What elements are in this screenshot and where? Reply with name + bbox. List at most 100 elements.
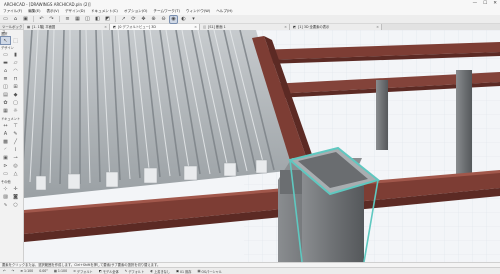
window-controls: — ☐ ✕ [473,1,497,7]
layers-icon: ≡ [73,269,76,273]
mesh-tool-icon[interactable]: ▦ [1,107,10,114]
toolbox-panel: ツールボックス 選択 ↖ ⬚ デザイン ▭ ▮ ▬ ▱ ⌂ ◠ ≣ ⊓ ◫ ⊞ … [0,24,24,262]
hotspot-tool-icon[interactable]: ✛ [11,185,20,192]
slab-tool-icon[interactable]: ▱ [11,59,20,66]
explore-icon[interactable]: ◉ [169,14,178,24]
camera-tool-icon[interactable]: ◙ [11,193,20,200]
title-bar: ARCHICAD - [DRAWINGS ARCHICAD.pln (2)] —… [0,0,500,8]
zoom-select[interactable]: ⊕ 1:100 [20,269,33,273]
lamp-tool-icon[interactable]: ☼ [11,107,20,114]
standard-toolbar: ▭ ⌂ ▣ ↶ ↷ ≡ ▦ ◫ ◧ ◩ ↗ ⟳ ✥ ⊕ ⊖ ◉ ◐ ▾ [0,14,500,24]
door-tool-icon[interactable]: ◫ [1,83,10,90]
morph-tool-icon[interactable]: ◆ [11,91,20,98]
menu-help[interactable]: ヘルプ(H) [213,9,235,14]
elevation-tool-icon[interactable]: ⊳ [1,162,10,169]
grid-tool-icon[interactable]: ⊹ [1,185,10,192]
open-folder-icon[interactable]: ⌂ [12,16,19,23]
wall-tool-icon[interactable]: ▭ [1,51,10,58]
pen-set-select[interactable]: ✎ デフォルト [125,269,145,274]
minimize-button[interactable]: — [473,1,478,7]
menu-bar: ファイル(F) 編集(E) 表示(V) デザイン(D) ドキュメント(C) オプ… [0,8,500,15]
new-file-icon[interactable]: ▭ [2,16,9,23]
layer-combo-select[interactable]: ≡ デフォルト [73,269,93,274]
model-view-select[interactable]: ◩ モデル全体 [99,269,119,274]
object-tool-icon[interactable]: ✿ [1,99,10,106]
change-tool-icon[interactable]: △ [11,170,20,177]
section-icon[interactable]: ◫ [84,16,91,23]
layer-icon[interactable]: ≡ [64,16,71,23]
3d-viewport[interactable] [24,30,500,262]
arc-tool-icon[interactable]: ◜ [1,146,10,153]
column-tool-icon[interactable]: ▮ [11,51,20,58]
menu-options[interactable]: オプション(O) [121,9,151,14]
close-button[interactable]: ✕ [493,1,497,7]
section-tool-icon[interactable]: ⊸ [11,154,20,161]
arrow-tool-icon[interactable]: ↖ [0,36,11,45]
3d-model-render [24,30,500,262]
fill-tool-icon[interactable]: ▩ [1,138,10,145]
stair-tool-icon[interactable]: ≣ [1,75,10,82]
toolbox-select-label: 選択 [1,32,8,36]
shell-tool-icon[interactable]: ◠ [11,67,20,74]
roof-tool-icon[interactable]: ⌂ [1,67,10,74]
elevation-icon[interactable]: ◧ [94,16,101,23]
3d-window-icon[interactable]: ◩ [104,16,111,23]
render-icon[interactable]: ◐ [180,16,187,23]
arrow-icon[interactable]: ↗ [120,16,127,23]
detail-tool-icon[interactable]: ◎ [11,162,20,169]
pan-icon[interactable]: ✥ [140,16,147,23]
curtain-wall-tool-icon[interactable]: ▤ [1,91,10,98]
circle-tool-icon[interactable]: ○ [11,201,20,208]
railing-tool-icon[interactable]: ⊓ [11,75,20,82]
window-title: ARCHICAD - [DRAWINGS ARCHICAD.pln (2)] [4,1,91,7]
menu-document[interactable]: ドキュメント(C) [88,9,121,14]
model-icon: ◩ [98,269,102,273]
menu-window[interactable]: ウィンドウ(W) [183,9,213,14]
spline-tool-icon[interactable]: ∿ [1,201,10,208]
toolbar-divider [115,16,116,22]
toolbox-section-more: その他 [1,180,11,184]
toolbar-divider [59,16,60,22]
zone-tool-icon[interactable]: ▢ [11,99,20,106]
beam-tool-icon[interactable]: ▬ [1,59,10,66]
window-tool-icon[interactable]: ⊞ [11,83,20,90]
orbit-icon[interactable]: ⟳ [130,16,137,23]
line-tool-icon[interactable]: ╱ [11,138,20,145]
zoom-in-icon[interactable]: ⊕ [150,16,157,23]
menu-edit[interactable]: 編集(E) [25,9,43,14]
maximize-button[interactable]: ☐ [483,1,487,7]
polyline-tool-icon[interactable]: ⌇ [11,146,20,153]
scale-icon: ▦ [53,269,57,273]
pen-icon: ✎ [124,269,128,273]
dimension-tool-icon[interactable]: ↔ [1,122,10,129]
zoom-out-icon[interactable]: ⊖ [160,16,167,23]
marquee-tool-icon[interactable]: ⬚ [11,37,20,44]
metal-deck-slab [24,30,296,198]
angle-readout[interactable]: 0.00° [39,269,48,273]
label-tool-icon[interactable]: ✎ [11,130,20,137]
renovation-icon: ▣ [176,269,180,273]
redo-button[interactable]: ↷ [12,269,15,273]
menu-design[interactable]: デザイン(D) [62,9,88,14]
structure-display-select[interactable]: ▦ OSパーシャル [197,269,221,274]
graphic-override-select[interactable]: ◐ 上書きなし [150,269,170,274]
undo-icon[interactable]: ↶ [38,16,45,23]
floor-plan-icon[interactable]: ▦ [74,16,81,23]
menu-teamwork[interactable]: チームワーク(T) [150,9,182,14]
level-dimension-tool-icon[interactable]: ⊤ [11,122,20,129]
scale-select[interactable]: ▦ 1:100 [54,269,67,273]
zoom-icon: ⊕ [20,269,24,273]
worksheet-tool-icon[interactable]: ▭ [1,170,10,177]
toolbox-section-design: デザイン [1,46,14,50]
save-icon[interactable]: ▣ [22,16,29,23]
menu-file[interactable]: ファイル(F) [0,9,25,14]
dropdown-arrow-icon[interactable]: ▾ [190,16,197,23]
undo-button[interactable]: ↶ [3,269,6,273]
redo-icon[interactable]: ↷ [48,16,55,23]
figure-tool-icon[interactable]: ▨ [1,193,10,200]
text-tool-icon[interactable]: A [1,130,10,137]
toolbox-section-document: ドキュメント [1,117,21,121]
renovation-filter-select[interactable]: ▣ 01 既存 [176,269,191,274]
drawing-tool-icon[interactable]: ▣ [1,154,10,161]
menu-view[interactable]: 表示(V) [44,9,62,14]
